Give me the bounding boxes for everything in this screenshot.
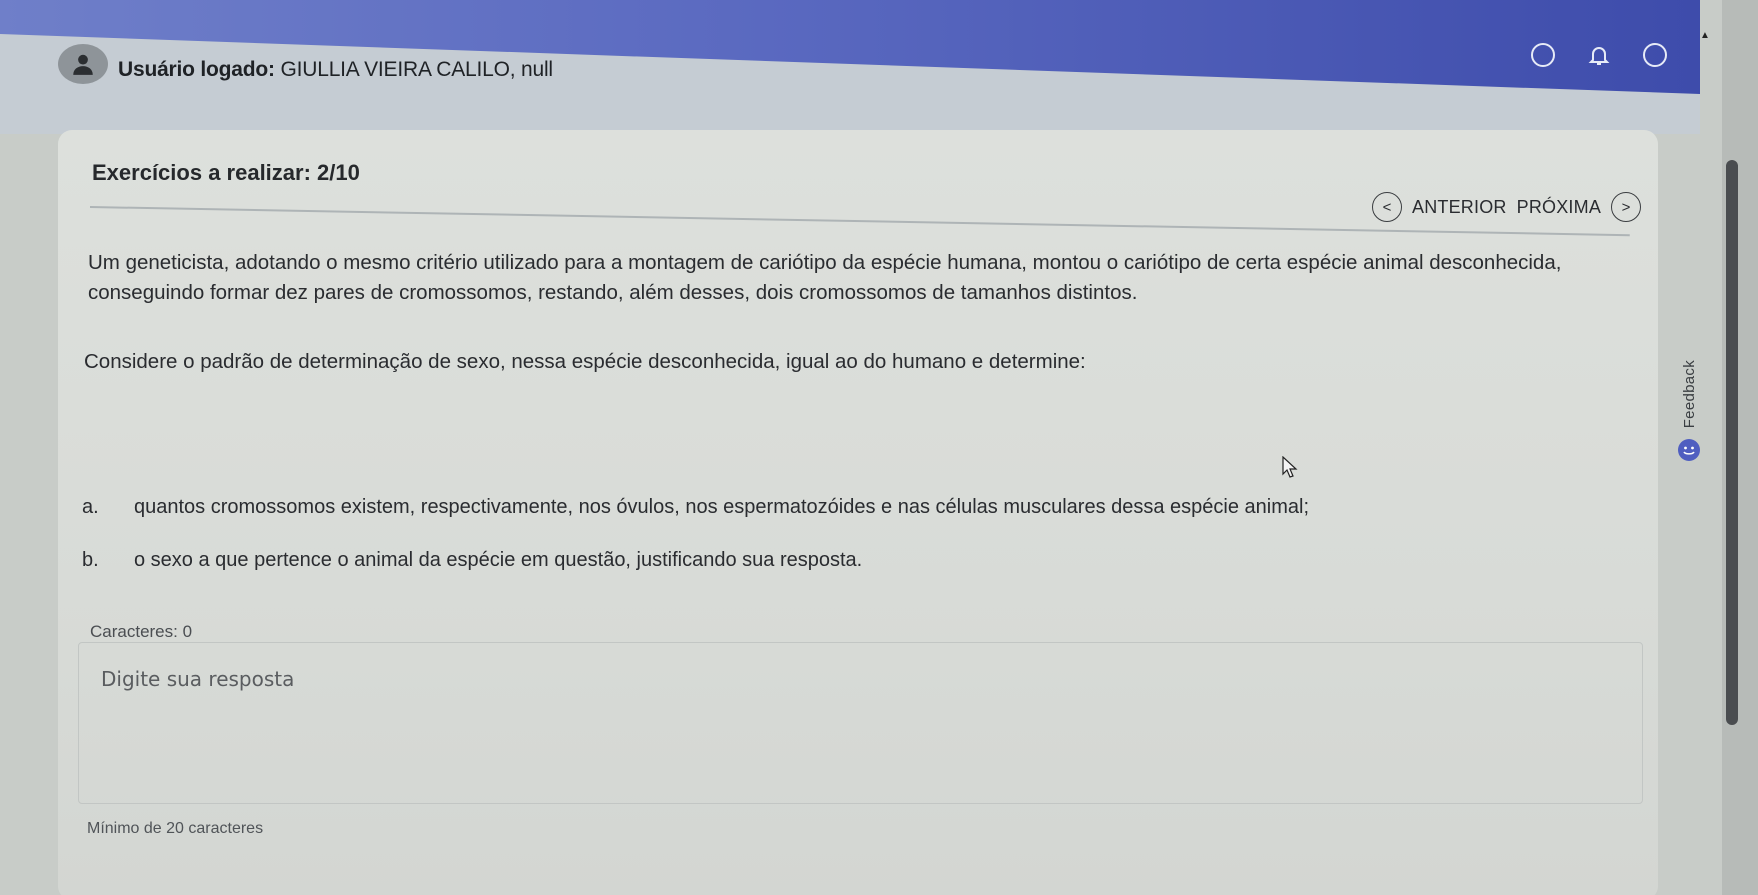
profile-circle-icon[interactable]	[1642, 42, 1668, 68]
logged-user-label: Usuário logado: GIULLIA VIEIRA CALILO, n…	[118, 58, 553, 82]
next-button[interactable]: PRÓXIMA	[1517, 197, 1601, 218]
exercise-count: Exercícios a realizar: 2/10	[92, 160, 360, 185]
exercise-navigation: < ANTERIOR PRÓXIMA >	[1372, 192, 1642, 222]
next-icon[interactable]: >	[1611, 192, 1642, 222]
item-text: quantos cromossomos existem, respectivam…	[134, 496, 1310, 518]
question-paragraph-2: Considere o padrão de determinação de se…	[84, 350, 1086, 373]
smiley-icon	[1678, 439, 1700, 462]
user-name: GIULLIA VIEIRA CALILO, null	[280, 58, 553, 81]
item-letter: b.	[82, 549, 99, 571]
mouse-cursor-icon	[1282, 456, 1298, 478]
question-paragraph-1: Um geneticista, adotando o mesmo critéri…	[88, 251, 1562, 304]
user-icon	[73, 54, 93, 75]
previous-button[interactable]: ANTERIOR	[1412, 197, 1507, 218]
scrollbar-thumb[interactable]	[1726, 160, 1738, 725]
header-icons	[1530, 42, 1668, 68]
bell-icon[interactable]	[1586, 42, 1612, 68]
list-item: a. quantos cromossomos existem, respecti…	[82, 496, 1309, 519]
item-letter: a.	[82, 496, 99, 518]
avatar[interactable]	[58, 44, 108, 84]
item-text: o sexo a que pertence o animal da espéci…	[134, 549, 863, 571]
feedback-tab[interactable]: Feedback	[1672, 360, 1706, 490]
list-item: b. o sexo a que pertence o animal da esp…	[82, 549, 1309, 572]
circle-icon[interactable]	[1530, 42, 1556, 68]
character-count: Caracteres: 0	[90, 622, 193, 641]
scroll-up-icon[interactable]: ▲	[1700, 30, 1710, 41]
answer-textarea[interactable]	[78, 642, 1643, 804]
user-prefix: Usuário logado:	[118, 58, 275, 81]
min-characters-hint: Mínimo de 20 caracteres	[87, 820, 264, 837]
feedback-label: Feedback	[1680, 360, 1698, 429]
previous-icon[interactable]: <	[1372, 192, 1402, 222]
question-items: a. quantos cromossomos existem, respecti…	[82, 496, 1309, 602]
